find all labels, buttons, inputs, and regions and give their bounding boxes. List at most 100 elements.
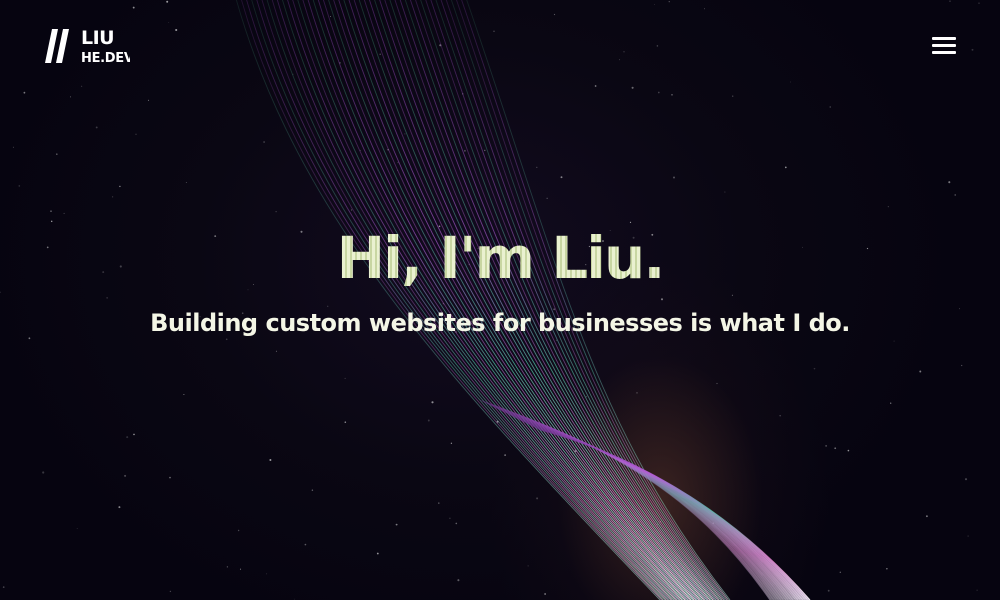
star <box>653 4 655 6</box>
star <box>226 566 229 568</box>
star <box>954 194 956 196</box>
star <box>351 209 353 211</box>
star <box>925 515 928 518</box>
star <box>673 176 675 179</box>
star <box>544 593 546 595</box>
hero-subtitle: Building custom websites for businesses … <box>150 309 850 337</box>
star <box>269 459 272 461</box>
menu-bar-middle <box>932 44 956 47</box>
ribbon-line <box>479 399 771 600</box>
star <box>397 161 399 164</box>
star <box>504 454 506 456</box>
star <box>438 502 440 504</box>
star <box>631 86 634 89</box>
hamburger-menu-icon[interactable] <box>926 32 962 60</box>
star <box>431 401 434 404</box>
star <box>834 447 837 450</box>
star <box>560 176 563 179</box>
star <box>978 2 980 4</box>
star <box>427 419 430 422</box>
star <box>450 442 453 444</box>
star <box>387 149 389 151</box>
ribbon-line <box>514 416 794 600</box>
star <box>439 44 442 47</box>
logo-slashes-icon: LIU HE.DEV <box>45 27 130 65</box>
star <box>971 48 974 51</box>
ribbon-line <box>499 409 784 600</box>
star <box>95 126 98 129</box>
star <box>829 106 831 108</box>
star <box>275 210 277 213</box>
star <box>484 149 486 152</box>
ribbon-line <box>534 426 807 600</box>
star <box>175 28 178 32</box>
ribbon-line <box>481 400 772 600</box>
star <box>656 45 659 47</box>
star <box>457 579 460 582</box>
star <box>239 568 242 570</box>
star <box>671 94 673 96</box>
star <box>449 517 451 520</box>
ribbon-line <box>538 428 810 600</box>
star <box>961 364 963 367</box>
ribbon-line <box>505 412 788 600</box>
star <box>919 370 922 373</box>
star <box>404 133 406 135</box>
star <box>455 522 458 525</box>
star <box>76 528 78 530</box>
star <box>636 392 638 394</box>
star <box>964 478 968 481</box>
star <box>704 8 705 10</box>
star <box>827 589 830 592</box>
star <box>311 489 314 491</box>
logo-line1: LIU <box>81 27 114 49</box>
ribbon-line <box>518 418 796 600</box>
ribbon-line <box>521 420 799 600</box>
hero-title: Hi, I'm Liu. <box>336 224 666 292</box>
star <box>266 573 268 575</box>
star <box>379 53 381 56</box>
star <box>536 166 538 169</box>
star <box>949 0 951 2</box>
star <box>126 436 129 439</box>
ribbon-line <box>523 421 800 600</box>
star <box>847 449 850 452</box>
star <box>536 497 539 500</box>
star <box>813 367 816 370</box>
ribbon-line <box>516 417 795 600</box>
star <box>112 196 114 198</box>
star <box>779 415 781 417</box>
ribbon-line <box>527 423 802 600</box>
star <box>81 85 83 87</box>
star <box>893 340 895 342</box>
star <box>825 445 827 447</box>
star <box>339 62 341 64</box>
site-logo[interactable]: LIU HE.DEV <box>44 27 130 65</box>
star <box>948 181 951 184</box>
ribbon-line <box>490 405 778 600</box>
star <box>397 169 398 171</box>
star <box>594 85 597 87</box>
ribbon-line <box>512 415 793 600</box>
star <box>716 382 718 385</box>
hero-page: LIU HE.DEV Hi, I'm Liu. Building custom … <box>0 0 1000 600</box>
ribbon-line <box>496 407 782 600</box>
star <box>50 210 52 212</box>
star <box>119 185 121 188</box>
star <box>376 552 379 555</box>
star <box>359 149 361 151</box>
star <box>657 91 660 94</box>
ribbon-line <box>485 402 775 600</box>
star <box>886 568 888 570</box>
star <box>790 81 792 83</box>
star <box>619 59 621 61</box>
star <box>890 402 892 404</box>
star <box>344 421 347 423</box>
star <box>344 377 346 379</box>
star <box>23 91 26 94</box>
star <box>976 589 978 591</box>
star <box>56 153 58 155</box>
star <box>263 141 266 143</box>
star <box>656 523 659 525</box>
star <box>668 1 670 3</box>
